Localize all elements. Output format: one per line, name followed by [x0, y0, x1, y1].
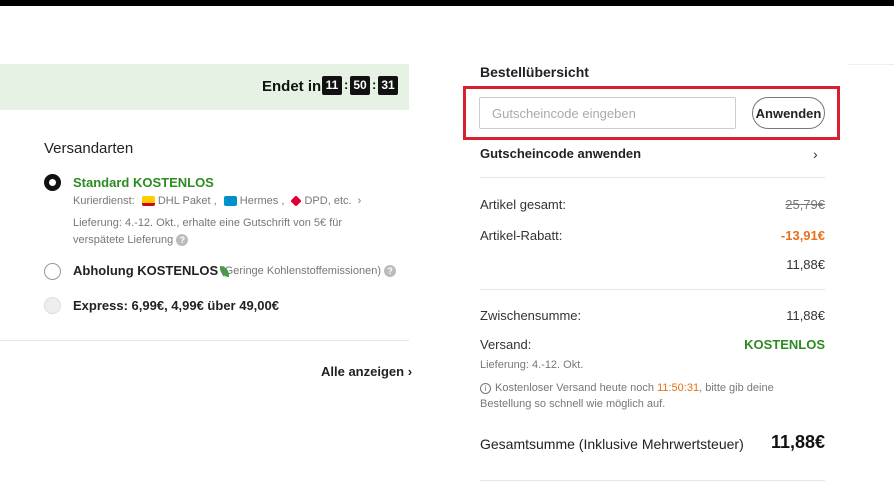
divider: [480, 289, 825, 290]
show-all-text: Alle anzeigen: [321, 364, 405, 379]
items-total-value: 25,79€: [785, 197, 825, 212]
grand-total-value: 11,88€: [770, 432, 825, 452]
grand-total-label: Gesamtsumme (Inklusive Mehrwertsteuer): [480, 436, 744, 452]
chevron-right-icon[interactable]: ›: [358, 195, 362, 207]
countdown-separator: :: [372, 77, 377, 92]
express-title: Express: 6,99€, 4,99€ über 49,00€: [73, 298, 279, 313]
divider: [0, 340, 409, 341]
standard-shipping-title[interactable]: Standard KOSTENLOS: [73, 175, 214, 190]
hermes-logo-icon: [223, 196, 237, 207]
carrier-etc: , etc.: [327, 195, 352, 207]
dhl-logo-icon: [141, 196, 155, 207]
dpd-logo-icon: [290, 195, 303, 207]
countdown-hours: 11: [322, 76, 342, 95]
items-net-value: 11,88€: [786, 257, 825, 272]
delivery-line-2: verspätete Lieferung: [73, 234, 174, 246]
radio-express: [44, 297, 61, 314]
shipping-label: Versand:: [480, 337, 532, 352]
carrier-dhl: DHL Paket ,: [157, 195, 217, 207]
subtotal-label: Zwischensumme:: [480, 308, 582, 323]
help-icon[interactable]: ?: [176, 234, 189, 247]
chevron-right-icon: ›: [407, 364, 413, 379]
chevron-right-icon[interactable]: ›: [813, 146, 818, 162]
pickup-title[interactable]: Abholung KOSTENLOS: [73, 263, 230, 278]
divider: [848, 64, 894, 65]
carrier-list: Kurierdienst: DHL Paket , Hermes , DPD, …: [73, 195, 361, 207]
subtotal-value: 11,88€: [786, 308, 825, 323]
pickup-note: (Geringe Kohlenstoffemissionen) ?: [221, 265, 397, 278]
divider: [480, 177, 825, 178]
note-timer: 11:50:31: [657, 382, 700, 394]
pickup-note-text: (Geringe Kohlenstoffemissionen): [221, 265, 381, 277]
carrier-hermes: Hermes ,: [239, 195, 285, 207]
note-prefix: Kostenloser Versand heute noch: [495, 382, 655, 394]
items-total-label: Artikel gesamt:: [480, 197, 566, 212]
show-all-link[interactable]: Alle anzeigen ›: [321, 364, 412, 379]
radio-pickup[interactable]: [44, 263, 61, 280]
countdown-minutes: 50: [350, 76, 370, 95]
apply-coupon-link[interactable]: Gutscheincode anwenden: [480, 146, 826, 161]
pickup-title-text: Abholung KOSTENLOS: [73, 263, 219, 278]
apply-coupon-button[interactable]: Anwenden: [752, 97, 825, 129]
help-icon[interactable]: ?: [384, 265, 397, 278]
standard-delivery-info: Lieferung: 4.-12. Okt., erhalte eine Gut…: [73, 215, 393, 249]
items-discount-value: -13,91€: [780, 228, 825, 243]
order-summary-title: Bestellübersicht: [480, 64, 589, 80]
header-area: [0, 6, 894, 64]
coupon-code-input[interactable]: [479, 97, 736, 129]
info-icon: i: [480, 382, 491, 394]
countdown-label: Endet in: [262, 78, 322, 95]
shipping-value: KOSTENLOS: [744, 337, 825, 352]
countdown-seconds: 31: [378, 76, 398, 95]
carrier-dpd: DPD: [304, 195, 328, 207]
items-discount-label: Artikel-Rabatt:: [480, 228, 563, 243]
shipping-methods-title: Versandarten: [44, 140, 134, 157]
free-shipping-note: i Kostenloser Versand heute noch 11:50:31…: [480, 380, 810, 412]
radio-standard-shipping[interactable]: [44, 174, 61, 191]
carriers-label: Kurierdienst:: [73, 195, 135, 207]
divider: [480, 480, 825, 481]
countdown-separator: :: [344, 77, 349, 92]
delivery-line-1: Lieferung: 4.-12. Okt., erhalte eine Gut…: [73, 217, 343, 229]
shipping-delivery-date: Lieferung: 4.-12. Okt.: [480, 359, 584, 371]
